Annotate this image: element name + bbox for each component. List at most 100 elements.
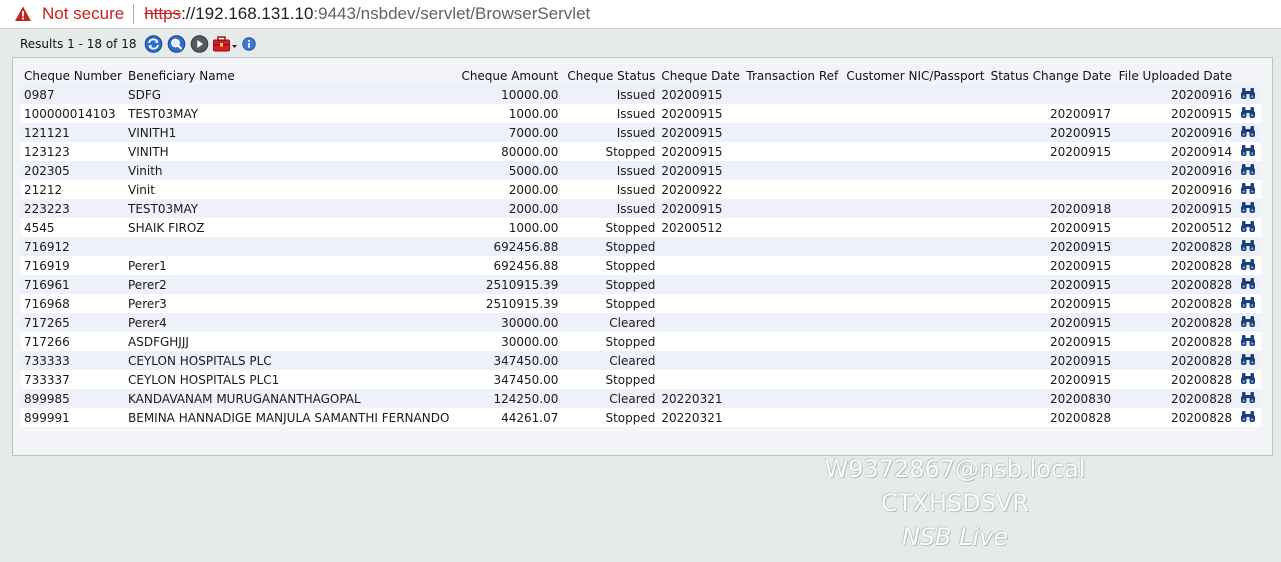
- cell-cheque-date: 20220321: [658, 408, 744, 427]
- table-row[interactable]: 716968 Perer3 2510915.39 Stopped 20200915 202…: [21, 294, 1262, 313]
- cell-customer-nic: [843, 389, 988, 408]
- cell-customer-nic: [843, 123, 988, 142]
- cell-transaction-ref: [743, 199, 844, 218]
- cell-transaction-ref: [743, 313, 844, 332]
- cell-file-uploaded-date: 20200828: [1114, 313, 1236, 332]
- cell-beneficiary-name: VINITH1: [125, 123, 453, 142]
- cheque-results-table: Cheque Number Beneficiary Name Cheque Am…: [21, 66, 1262, 427]
- cell-cheque-status: Cleared: [561, 313, 659, 332]
- binoculars-icon[interactable]: [1240, 372, 1256, 388]
- cell-cheque-amount: 2000.00: [452, 180, 562, 199]
- binoculars-icon[interactable]: [1240, 163, 1256, 179]
- search-icon[interactable]: [166, 35, 186, 53]
- cell-cheque-number: 733337: [21, 370, 125, 389]
- cell-cheque-date: 20200915: [658, 85, 744, 104]
- binoculars-icon[interactable]: [1240, 106, 1256, 122]
- col-cheque-amount[interactable]: Cheque Amount: [452, 66, 561, 85]
- cell-actions: [1235, 275, 1262, 294]
- address-divider: [133, 4, 135, 24]
- cell-customer-nic: [843, 161, 988, 180]
- cell-cheque-status: Issued: [561, 180, 659, 199]
- table-row[interactable]: 717266 ASDFGHJJJ 30000.00 Stopped 20200915 20…: [21, 332, 1262, 351]
- watermark: W9372867@nsb.local CTXHSDSVR NSB Live: [800, 452, 1110, 554]
- col-cheque-status[interactable]: Cheque Status: [561, 66, 658, 85]
- table-row[interactable]: 121121 VINITH1 7000.00 Issued 20200915 202009…: [21, 123, 1262, 142]
- table-row[interactable]: 899991 BEMINA HANNADIGE MANJULA SAMANTHI …: [21, 408, 1262, 427]
- table-row[interactable]: 21212 Vinit 2000.00 Issued 20200922 20200916: [21, 180, 1262, 199]
- cell-cheque-number: 123123: [21, 142, 125, 161]
- table-row[interactable]: 4545 SHAIK FIROZ 1000.00 Stopped 20200512 202…: [21, 218, 1262, 237]
- cell-cheque-number: 899991: [21, 408, 125, 427]
- info-icon[interactable]: [241, 35, 257, 53]
- col-cheque-date[interactable]: Cheque Date: [658, 66, 743, 85]
- binoculars-icon[interactable]: [1240, 315, 1256, 331]
- table-row[interactable]: 899985 KANDAVANAM MURUGANANTHAGOPAL 124250…: [21, 389, 1262, 408]
- cell-customer-nic: [843, 294, 988, 313]
- cell-status-change-date: 20200830: [987, 389, 1115, 408]
- address-bar[interactable]: Not secure https://192.168.131.10:9443/n…: [0, 0, 1281, 29]
- binoculars-icon[interactable]: [1240, 353, 1256, 369]
- table-row[interactable]: 717265 Perer4 30000.00 Cleared 20200915 20200…: [21, 313, 1262, 332]
- binoculars-icon[interactable]: [1240, 201, 1256, 217]
- cell-beneficiary-name: VINITH: [125, 142, 453, 161]
- cell-cheque-date: [658, 313, 744, 332]
- cell-cheque-status: Issued: [561, 104, 659, 123]
- col-file-uploaded-date[interactable]: File Uploaded Date: [1114, 66, 1235, 85]
- cell-file-uploaded-date: 20200916: [1114, 85, 1236, 104]
- cell-cheque-number: 716968: [21, 294, 125, 313]
- cell-cheque-status: Stopped: [561, 218, 659, 237]
- table-row[interactable]: 733333 CEYLON HOSPITALS PLC 347450.00 Clear…: [21, 351, 1262, 370]
- cell-cheque-date: [658, 275, 744, 294]
- security-label[interactable]: Not secure: [42, 4, 124, 24]
- cell-file-uploaded-date: 20200828: [1114, 237, 1236, 256]
- next-icon[interactable]: [189, 35, 209, 53]
- cell-customer-nic: [843, 332, 988, 351]
- binoculars-icon[interactable]: [1240, 220, 1256, 236]
- binoculars-icon[interactable]: [1240, 258, 1256, 274]
- tools-menu-icon[interactable]: [212, 35, 238, 53]
- cell-customer-nic: [843, 408, 988, 427]
- cell-beneficiary-name: Perer3: [125, 294, 453, 313]
- col-status-change-date[interactable]: Status Change Date: [988, 66, 1115, 85]
- cell-status-change-date: 20200915: [987, 218, 1115, 237]
- cell-cheque-number: 717265: [21, 313, 125, 332]
- table-row[interactable]: 716961 Perer2 2510915.39 Stopped 20200915 202…: [21, 275, 1262, 294]
- cell-cheque-number: 223223: [21, 199, 125, 218]
- binoculars-icon[interactable]: [1240, 182, 1256, 198]
- binoculars-icon[interactable]: [1240, 277, 1256, 293]
- cell-actions: [1235, 199, 1262, 218]
- binoculars-icon[interactable]: [1240, 87, 1256, 103]
- binoculars-icon[interactable]: [1240, 239, 1256, 255]
- col-customer-nic[interactable]: Customer NIC/Passport: [843, 66, 987, 85]
- cell-transaction-ref: [743, 142, 844, 161]
- table-row[interactable]: 100000014103 TEST03MAY 1000.00 Issued 202009…: [21, 104, 1262, 123]
- table-row[interactable]: 123123 VINITH 80000.00 Stopped 20200915 20200…: [21, 142, 1262, 161]
- table-row[interactable]: 716919 Perer1 692456.88 Stopped 20200915 2020…: [21, 256, 1262, 275]
- warning-icon[interactable]: [14, 5, 32, 23]
- table-row[interactable]: 223223 TEST03MAY 2000.00 Issued 20200915 2020…: [21, 199, 1262, 218]
- binoculars-icon[interactable]: [1240, 125, 1256, 141]
- results-panel: Cheque Number Beneficiary Name Cheque Am…: [12, 57, 1273, 456]
- cell-transaction-ref: [743, 256, 844, 275]
- cell-beneficiary-name: Perer1: [125, 256, 453, 275]
- binoculars-icon[interactable]: [1240, 296, 1256, 312]
- cell-file-uploaded-date: 20200828: [1114, 275, 1236, 294]
- table-row[interactable]: 716912 692456.88 Stopped 20200915 20200828: [21, 237, 1262, 256]
- binoculars-icon[interactable]: [1240, 144, 1256, 160]
- cell-status-change-date: 20200828: [987, 408, 1115, 427]
- table-header-row: Cheque Number Beneficiary Name Cheque Am…: [21, 66, 1261, 85]
- table-row[interactable]: 0987 SDFG 10000.00 Issued 20200915 20200916: [21, 85, 1262, 104]
- cell-transaction-ref: [743, 332, 844, 351]
- binoculars-icon[interactable]: [1240, 391, 1256, 407]
- col-cheque-number[interactable]: Cheque Number: [21, 66, 125, 85]
- cell-transaction-ref: [743, 85, 844, 104]
- col-beneficiary-name[interactable]: Beneficiary Name: [125, 66, 452, 85]
- binoculars-icon[interactable]: [1240, 334, 1256, 350]
- table-row[interactable]: 733337 CEYLON HOSPITALS PLC1 347450.00 Stop…: [21, 370, 1262, 389]
- col-transaction-ref[interactable]: Transaction Ref: [743, 66, 843, 85]
- url-text[interactable]: https://192.168.131.10:9443/nsbdev/servl…: [144, 4, 590, 24]
- cell-cheque-number: 716912: [21, 237, 125, 256]
- table-row[interactable]: 202305 Vinith 5000.00 Issued 20200915 2020091…: [21, 161, 1262, 180]
- refresh-icon[interactable]: [143, 35, 163, 53]
- binoculars-icon[interactable]: [1240, 410, 1256, 426]
